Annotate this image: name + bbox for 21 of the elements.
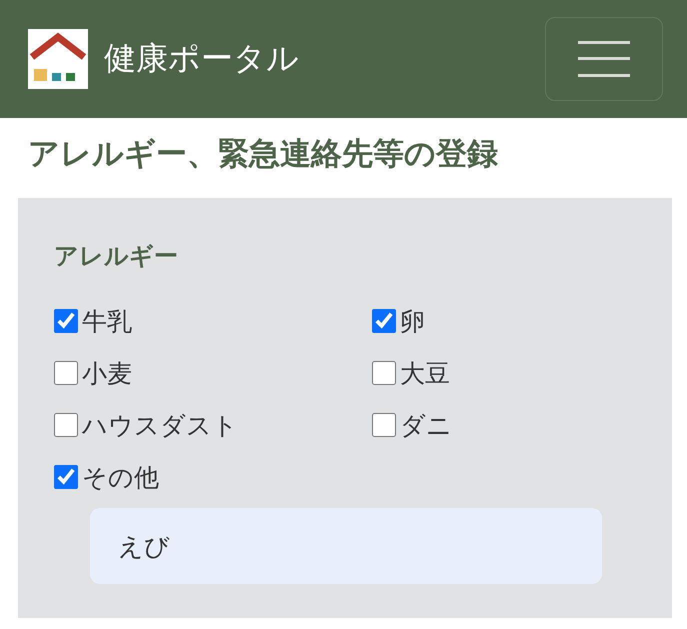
- checkbox[interactable]: [372, 309, 396, 333]
- checkbox[interactable]: [372, 413, 396, 437]
- checkbox-label: 卵: [400, 306, 425, 338]
- checkbox-label: 大豆: [400, 358, 450, 390]
- checkbox[interactable]: [54, 465, 78, 489]
- checkbox-label: 小麦: [82, 358, 132, 390]
- checkbox[interactable]: [372, 361, 396, 385]
- checkbox-label: ハウスダスト: [82, 410, 238, 442]
- checkbox[interactable]: [54, 309, 78, 333]
- house-logo-icon[interactable]: [28, 29, 88, 89]
- checkbox-label: ダニ: [400, 410, 452, 442]
- other-allergy-field[interactable]: えび: [90, 508, 602, 584]
- menu-icon: [578, 41, 630, 77]
- checkbox-label: その他: [82, 462, 159, 494]
- section-heading: アレルギー: [54, 241, 179, 272]
- page-title: アレルギー、緊急連絡先等の登録: [28, 135, 499, 174]
- checkbox[interactable]: [54, 413, 78, 437]
- checkbox[interactable]: [54, 361, 78, 385]
- checkbox-label: 牛乳: [82, 306, 132, 338]
- menu-button[interactable]: [545, 17, 663, 101]
- brand-name[interactable]: 健康ポータル: [104, 37, 299, 81]
